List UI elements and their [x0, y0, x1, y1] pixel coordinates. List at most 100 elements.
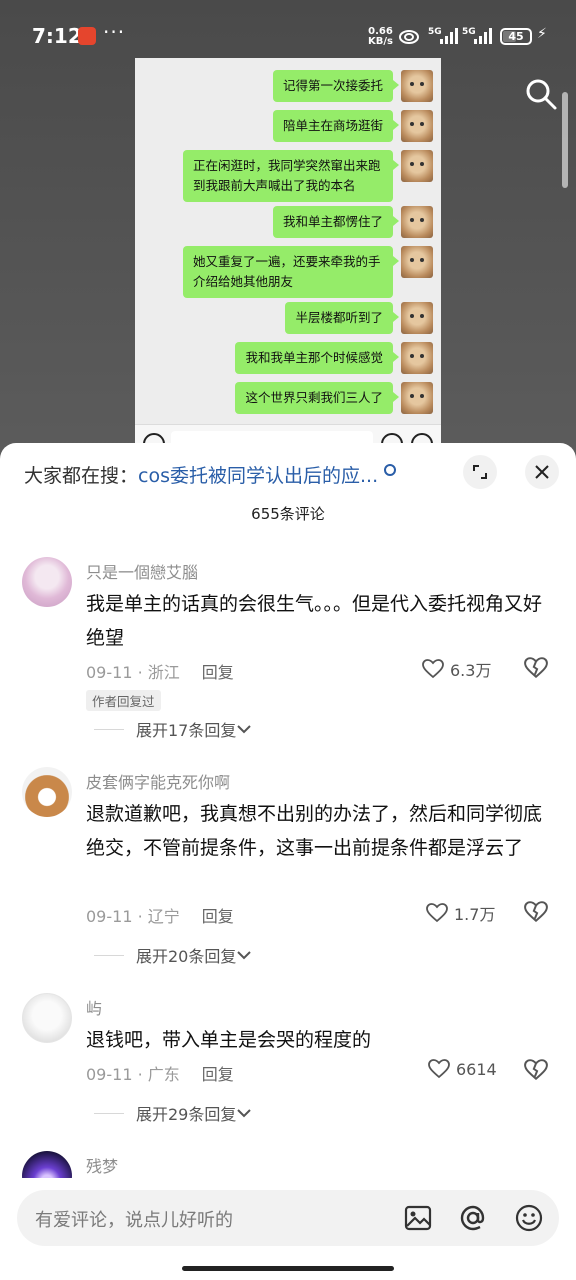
comment-date: 09-11 — [86, 663, 133, 682]
image-icon[interactable] — [403, 1203, 433, 1233]
divider — [94, 728, 124, 730]
comment-username[interactable]: 屿 — [86, 995, 102, 1019]
comment-date: 09-11 — [86, 1065, 133, 1084]
comment-username[interactable]: 残梦 — [86, 1153, 118, 1177]
comment-username[interactable]: 只是一個戀艾腦 — [86, 559, 198, 583]
home-indicator[interactable] — [182, 1266, 394, 1271]
chat-message: 我和我单主那个时候感觉 — [235, 342, 399, 374]
avatar[interactable] — [22, 557, 72, 607]
dislike-icon[interactable] — [524, 657, 548, 679]
expand-replies-button[interactable]: 展开20条回复 — [94, 943, 252, 967]
chat-message: 陪单主在商场逛街 — [272, 110, 400, 142]
comment-text: 退款道歉吧，我真想不出别的办法了，然后和同学彻底绝交，不管前提条件，这事一出前提… — [86, 803, 543, 859]
chat-message: 她又重复了一遍，还要来牵我的手介绍给她其他朋友 — [183, 246, 399, 298]
chat-screenshot: 记得第一次接委托 陪单主在商场逛街 正在闲逛时，我同学突然窜出来跑到我跟前大声喊… — [135, 58, 441, 460]
chat-message: 半层楼都听到了 — [285, 302, 399, 334]
comment-input-bar: 有爱评论，说点儿好听的 — [0, 1178, 576, 1280]
chat-message: 我和单主都愣住了 — [272, 206, 400, 238]
hot-search-bar[interactable]: 大家都在搜：cos委托被同学认出后的应... — [24, 461, 397, 488]
comment-location: 广东 — [147, 1065, 180, 1084]
reply-button[interactable]: 回复 — [202, 907, 234, 926]
chat-bubble: 半层楼都听到了 — [285, 302, 399, 334]
comment-meta: 09-11 · 辽宁 回复 — [86, 907, 234, 926]
like-button[interactable]: 1.7万 — [426, 901, 495, 925]
chat-avatar — [401, 110, 433, 142]
hot-search-prefix: 大家都在搜： — [24, 465, 139, 487]
video-area[interactable]: 7:12 ··· 0.66 KB/s 5G 5G 45 ⚡ 记得第一次接委托 陪… — [0, 0, 576, 460]
mention-icon[interactable] — [458, 1203, 488, 1233]
comment-location: 浙江 — [147, 663, 180, 682]
like-count: 6.3万 — [450, 661, 492, 680]
more-notifications-icon: ··· — [103, 20, 126, 44]
chat-bubble: 她又重复了一遍，还要来牵我的手介绍给她其他朋友 — [183, 246, 399, 298]
chat-avatar — [401, 70, 433, 102]
heart-icon — [422, 659, 444, 679]
chat-message: 正在闲逛时，我同学突然窜出来跑到我跟前大声喊出了我的本名 — [183, 150, 399, 202]
chat-message: 记得第一次接委托 — [272, 70, 400, 102]
chat-avatar — [401, 246, 433, 278]
scroll-indicator — [562, 92, 568, 188]
reply-button[interactable]: 回复 — [202, 663, 234, 682]
expand-replies-label: 展开17条回复 — [136, 721, 237, 740]
network-speed: 0.66 KB/s — [368, 27, 393, 47]
like-count: 6614 — [456, 1059, 497, 1079]
expand-button[interactable] — [463, 455, 497, 489]
network-speed-unit: KB/s — [368, 36, 393, 47]
chat-bubble: 我和单主都愣住了 — [272, 206, 400, 238]
like-button[interactable]: 6.3万 — [422, 657, 491, 681]
close-icon — [535, 465, 549, 479]
comment-input-placeholder: 有爱评论，说点儿好听的 — [35, 1210, 233, 1231]
chat-avatar — [401, 382, 433, 414]
heart-icon — [426, 903, 448, 923]
like-count: 1.7万 — [454, 905, 496, 924]
battery-icon: 45 — [500, 28, 532, 45]
search-icon — [384, 464, 397, 476]
expand-replies-button[interactable]: 展开29条回复 — [94, 1101, 252, 1125]
signal-bars-icon-2 — [474, 28, 492, 44]
chat-avatar — [401, 206, 433, 238]
chevron-down-icon — [237, 725, 252, 734]
search-icon[interactable] — [524, 77, 558, 111]
app-notification-icon — [78, 27, 96, 45]
comment-username[interactable]: 皮套俩字能克死你啊 — [86, 769, 230, 793]
chevron-down-icon — [237, 951, 252, 960]
chat-bubble: 陪单主在商场逛街 — [272, 110, 400, 142]
dislike-icon[interactable] — [524, 1059, 548, 1081]
dislike-icon[interactable] — [524, 901, 548, 923]
comment-location: 辽宁 — [147, 907, 180, 926]
signal-bars-icon-1 — [440, 28, 458, 44]
chat-bubble: 正在闲逛时，我同学突然窜出来跑到我跟前大声喊出了我的本名 — [183, 150, 399, 202]
comment-count: 655条评论 — [251, 505, 325, 523]
expand-icon — [473, 465, 487, 479]
comment-meta: 09-11 · 浙江 回复 — [86, 663, 234, 682]
like-button[interactable]: 6614 — [428, 1059, 497, 1079]
expand-replies-button[interactable]: 展开17条回复 — [94, 717, 252, 741]
chat-message: 这个世界只剩我们三人了 — [235, 382, 399, 414]
comment-text: 我是单主的话真的会很生气。。。但是代入委托视角又好绝望 — [86, 593, 543, 649]
chat-bubble: 我和我单主那个时候感觉 — [235, 342, 399, 374]
comment-meta: 09-11 · 广东 回复 — [86, 1065, 234, 1084]
hotspot-icon — [399, 30, 419, 44]
divider — [94, 1112, 124, 1114]
expand-replies-label: 展开20条回复 — [136, 947, 237, 966]
emoji-icon[interactable] — [514, 1203, 544, 1233]
comment-date: 09-11 — [86, 907, 133, 926]
comment-input[interactable]: 有爱评论，说点儿好听的 — [17, 1190, 559, 1246]
charging-icon: ⚡ — [537, 26, 547, 42]
author-replied-tag: 作者回复过 — [86, 690, 161, 711]
reply-button[interactable]: 回复 — [202, 1065, 234, 1084]
hot-search-query[interactable]: cos委托被同学认出后的应... — [138, 465, 378, 487]
chat-avatar — [401, 150, 433, 182]
chat-avatar — [401, 342, 433, 374]
chat-avatar — [401, 302, 433, 334]
comment-sheet: 大家都在搜：cos委托被同学认出后的应... 655条评论 只是一個戀艾腦 我是… — [0, 443, 576, 1280]
chat-bubble: 这个世界只剩我们三人了 — [235, 382, 399, 414]
chevron-down-icon — [237, 1109, 252, 1118]
avatar[interactable] — [22, 767, 72, 817]
close-button[interactable] — [525, 455, 559, 489]
divider — [94, 954, 124, 956]
expand-replies-label: 展开29条回复 — [136, 1105, 237, 1124]
avatar[interactable] — [22, 993, 72, 1043]
comment-text: 退钱吧，带入单主是会哭的程度的 — [86, 1029, 372, 1051]
heart-icon — [428, 1059, 450, 1079]
